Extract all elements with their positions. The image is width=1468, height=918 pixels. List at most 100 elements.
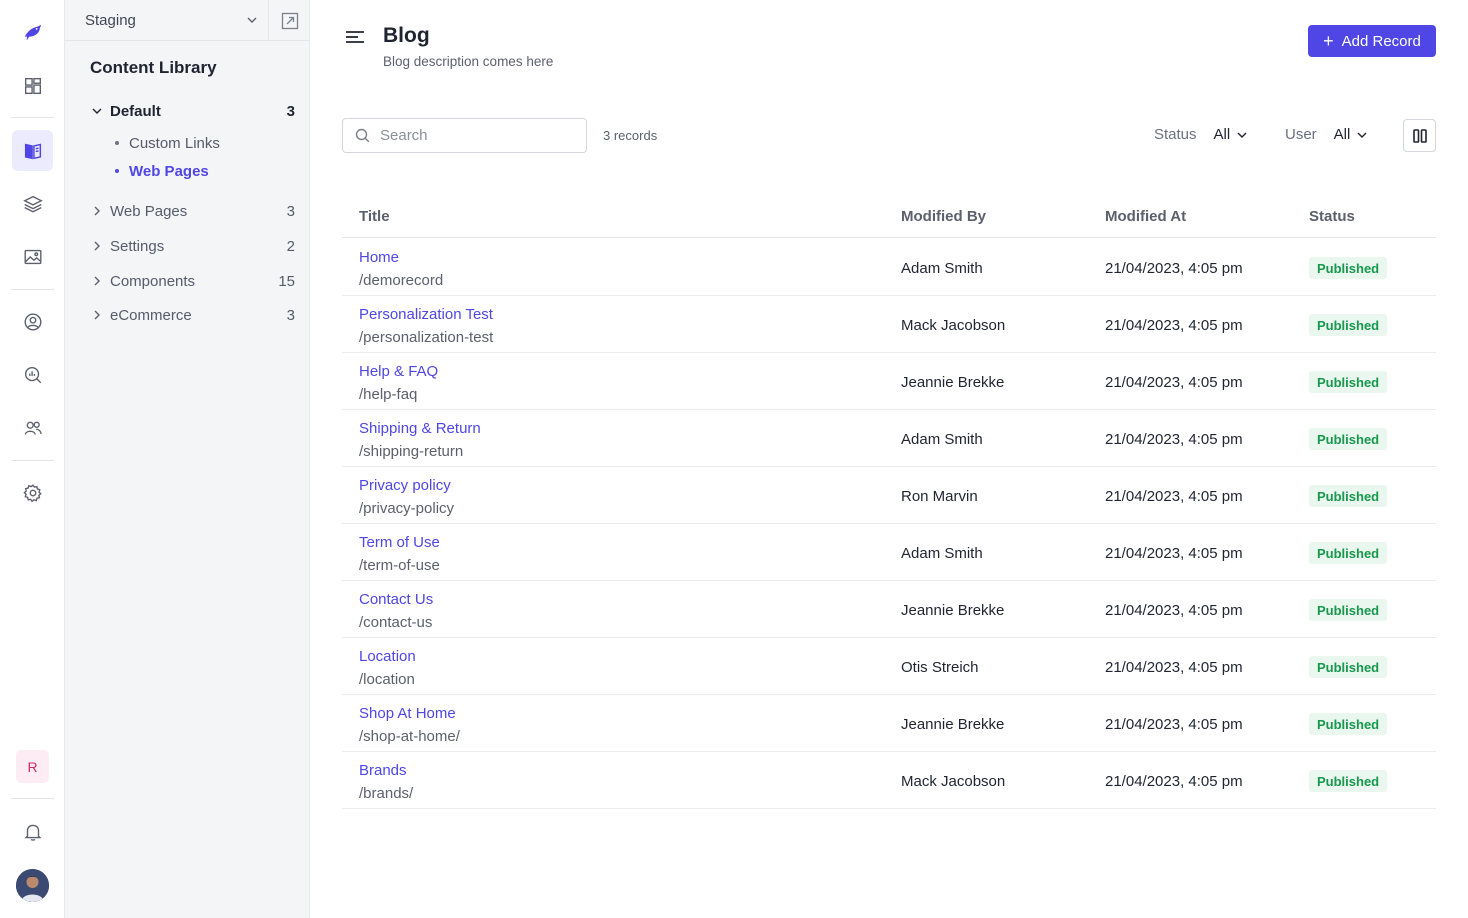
status-filter-label: Status xyxy=(1154,126,1197,143)
record-title-link[interactable]: Contact Us xyxy=(359,591,433,608)
table-row[interactable]: Shipping & Return /shipping-return Adam … xyxy=(342,410,1436,467)
record-slug: /shop-at-home/ xyxy=(359,728,460,745)
tree-group-count: 3 xyxy=(286,202,295,220)
search-input[interactable] xyxy=(380,127,560,144)
tree-group-label: Components xyxy=(110,272,196,290)
tree-group-settings[interactable]: Settings 2 xyxy=(90,235,295,257)
chevron-right-icon xyxy=(94,310,100,320)
record-modified-by: Mack Jacobson xyxy=(901,773,1006,790)
table-row[interactable]: Home /demorecord Adam Smith 21/04/2023, … xyxy=(342,239,1436,296)
settings-gear-icon[interactable] xyxy=(12,472,53,513)
tree-item-web-pages[interactable]: Web Pages xyxy=(115,160,209,182)
user-circle-icon[interactable] xyxy=(12,301,53,342)
add-record-button[interactable]: + Add Record xyxy=(1308,25,1436,57)
column-toggle-button[interactable] xyxy=(1403,119,1436,152)
record-title-link[interactable]: Shop At Home xyxy=(359,705,456,722)
chevron-right-icon xyxy=(94,241,100,251)
record-modified-at: 21/04/2023, 4:05 pm xyxy=(1105,659,1243,676)
workspace-avatar[interactable]: R xyxy=(16,750,49,783)
table-row[interactable]: Personalization Test /personalization-te… xyxy=(342,296,1436,353)
layers-icon[interactable] xyxy=(12,183,53,224)
menu-toggle-icon[interactable] xyxy=(344,27,366,47)
status-badge: Published xyxy=(1309,257,1388,279)
record-modified-at: 21/04/2023, 4:05 pm xyxy=(1105,317,1243,334)
chevron-down-icon xyxy=(92,108,102,114)
user-filter[interactable]: User All xyxy=(1285,126,1368,143)
environment-select[interactable]: Staging xyxy=(65,0,269,40)
record-title-link[interactable]: Home xyxy=(359,249,399,266)
record-slug: /contact-us xyxy=(359,614,433,631)
add-record-label: Add Record xyxy=(1341,32,1421,50)
rail-divider xyxy=(11,460,54,461)
record-title-link[interactable]: Term of Use xyxy=(359,534,440,551)
content-library-icon[interactable] xyxy=(12,130,53,171)
status-badge: Published xyxy=(1309,485,1388,507)
external-link-icon[interactable] xyxy=(281,12,299,30)
table-row[interactable]: Shop At Home /shop-at-home/ Jeannie Brek… xyxy=(342,695,1436,752)
records-count: 3 records xyxy=(603,128,658,143)
logo-bird-icon[interactable] xyxy=(12,12,53,53)
bell-icon[interactable] xyxy=(12,811,53,852)
record-modified-by: Adam Smith xyxy=(901,545,983,562)
status-filter[interactable]: Status All xyxy=(1154,126,1248,143)
tree-group-count: 3 xyxy=(286,102,295,120)
record-title-link[interactable]: Personalization Test xyxy=(359,306,493,323)
main-content: Blog Blog description comes here + Add R… xyxy=(310,0,1468,918)
record-modified-at: 21/04/2023, 4:05 pm xyxy=(1105,374,1243,391)
status-badge: Published xyxy=(1309,713,1388,735)
tree-group-count: 2 xyxy=(286,237,295,255)
tree-item-custom-links[interactable]: Custom Links xyxy=(115,132,220,154)
record-modified-at: 21/04/2023, 4:05 pm xyxy=(1105,545,1243,562)
record-modified-by: Ron Marvin xyxy=(901,488,978,505)
table-row[interactable]: Help & FAQ /help-faq Jeannie Brekke 21/0… xyxy=(342,353,1436,410)
record-title-link[interactable]: Help & FAQ xyxy=(359,363,438,380)
plus-icon: + xyxy=(1323,31,1334,51)
record-modified-by: Adam Smith xyxy=(901,260,983,277)
record-slug: /personalization-test xyxy=(359,329,494,346)
tree-group-label: Default xyxy=(110,102,161,120)
status-badge: Published xyxy=(1309,428,1388,450)
tree-group-components[interactable]: Components 15 xyxy=(90,270,295,292)
table-header: Title Modified By Modified At Status xyxy=(342,196,1436,238)
record-title-link[interactable]: Location xyxy=(359,648,416,665)
record-modified-by: Jeannie Brekke xyxy=(901,716,1005,733)
status-badge: Published xyxy=(1309,542,1388,564)
record-modified-by: Adam Smith xyxy=(901,431,983,448)
record-slug: /demorecord xyxy=(359,272,444,289)
column-header-modified-by[interactable]: Modified By xyxy=(901,208,986,225)
table-row[interactable]: Brands /brands/ Mack Jacobson 21/04/2023… xyxy=(342,752,1436,809)
table-row[interactable]: Term of Use /term-of-use Adam Smith 21/0… xyxy=(342,524,1436,581)
user-avatar[interactable] xyxy=(16,869,49,902)
record-title-link[interactable]: Brands xyxy=(359,762,407,779)
table-row[interactable]: Location /location Otis Streich 21/04/20… xyxy=(342,638,1436,695)
tree-group-web-pages[interactable]: Web Pages 3 xyxy=(90,200,295,222)
columns-icon xyxy=(1412,128,1427,143)
bullet-dot-icon xyxy=(115,141,119,145)
analytics-icon[interactable] xyxy=(12,354,53,395)
search-box[interactable] xyxy=(342,118,587,153)
bullet-dot-icon xyxy=(115,169,119,173)
record-modified-at: 21/04/2023, 4:05 pm xyxy=(1105,602,1243,619)
record-title-link[interactable]: Shipping & Return xyxy=(359,420,481,437)
record-modified-at: 21/04/2023, 4:05 pm xyxy=(1105,488,1243,505)
column-header-title[interactable]: Title xyxy=(359,208,390,225)
user-filter-value: All xyxy=(1333,126,1351,143)
record-slug: /brands/ xyxy=(359,785,414,802)
tree-group-default[interactable]: Default 3 xyxy=(90,100,295,122)
status-badge: Published xyxy=(1309,314,1388,336)
table-row[interactable]: Contact Us /contact-us Jeannie Brekke 21… xyxy=(342,581,1436,638)
tree-group-ecommerce[interactable]: eCommerce 3 xyxy=(90,304,295,326)
record-slug: /help-faq xyxy=(359,386,418,403)
tree-item-label: Web Pages xyxy=(129,162,209,180)
column-header-modified-at[interactable]: Modified At xyxy=(1105,208,1186,225)
table-row[interactable]: Privacy policy /privacy-policy Ron Marvi… xyxy=(342,467,1436,524)
tree-group-count: 15 xyxy=(278,272,295,290)
media-icon[interactable] xyxy=(12,236,53,277)
team-icon[interactable] xyxy=(12,407,53,448)
column-header-status[interactable]: Status xyxy=(1309,208,1355,225)
tree-group-label: eCommerce xyxy=(110,306,192,324)
dashboard-icon[interactable] xyxy=(12,65,53,106)
record-modified-by: Jeannie Brekke xyxy=(901,374,1005,391)
content-sidebar: Staging Content Library Default 3 Custom… xyxy=(65,0,310,918)
record-title-link[interactable]: Privacy policy xyxy=(359,477,451,494)
